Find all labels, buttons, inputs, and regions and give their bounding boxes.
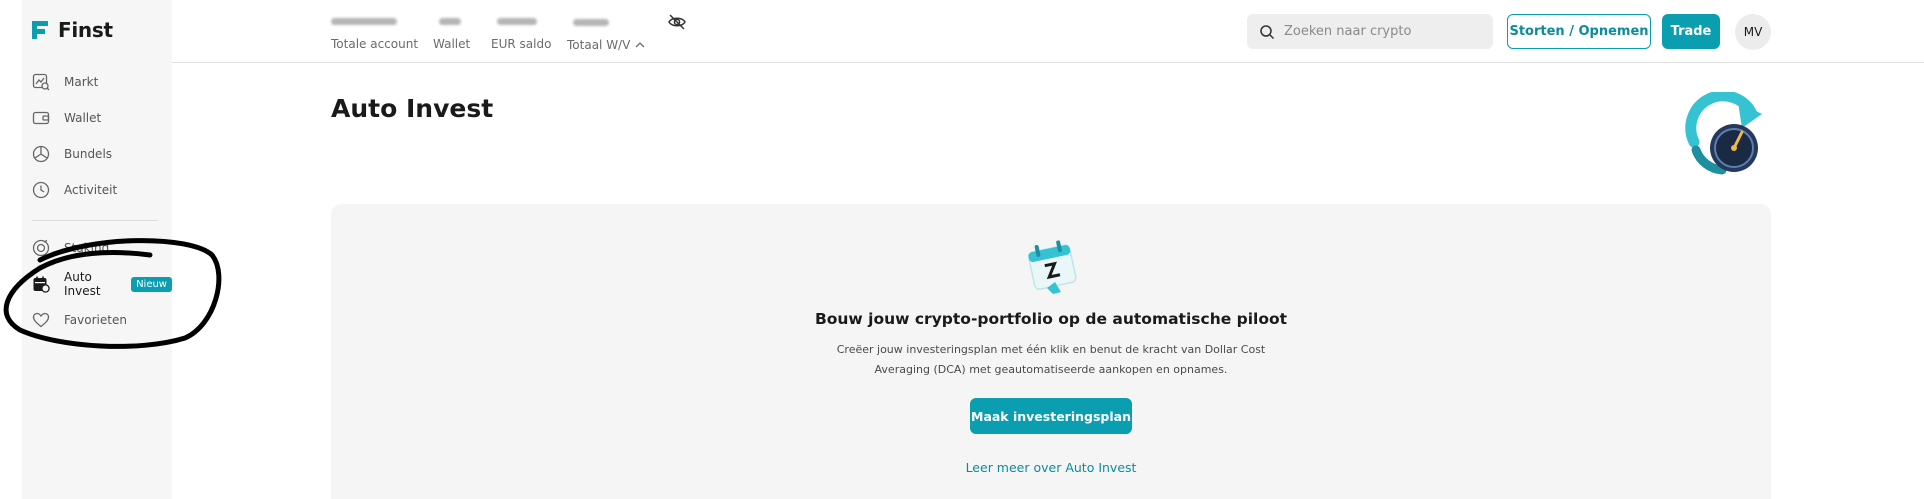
auto-invest-card: Bouw jouw crypto-portfolio op de automat…: [331, 204, 1771, 499]
search-bar[interactable]: [1247, 14, 1493, 49]
staking-icon: [32, 239, 50, 257]
stat-total-pl[interactable]: Totaal W/V: [567, 15, 646, 52]
top-bar: Totale account Wallet EUR saldo Totaal W…: [172, 0, 1924, 63]
calendar-illustration-icon: [1027, 240, 1077, 294]
sidebar-item-label: Wallet: [64, 111, 102, 125]
search-icon: [1260, 24, 1275, 39]
heart-icon: [32, 312, 50, 328]
learn-more-link[interactable]: Leer meer over Auto Invest: [331, 460, 1771, 475]
stat-total-account: Totale account: [331, 14, 418, 51]
sidebar-divider: [32, 220, 158, 221]
left-edge: [0, 0, 22, 499]
card-heading: Bouw jouw crypto-portfolio op de automat…: [814, 310, 1288, 328]
sidebar-item-label: Staking: [64, 241, 110, 255]
stat-label: Totale account: [331, 37, 419, 51]
sidebar: Finst Markt Wallet Bundels Activiteit St…: [22, 0, 172, 499]
chevron-up-icon: [635, 42, 645, 48]
avatar[interactable]: MV: [1735, 14, 1771, 50]
calendar-icon: [33, 276, 50, 293]
bundles-icon: [32, 145, 50, 163]
stat-label: Totaal W/V: [567, 38, 646, 52]
market-search-icon: [32, 73, 50, 91]
stat-wallet: Wallet: [433, 14, 470, 51]
hidden-value: [573, 19, 609, 26]
deposit-withdraw-button[interactable]: Storten / Opnemen: [1507, 14, 1651, 49]
finst-logo-icon: [32, 21, 48, 39]
logo[interactable]: Finst: [28, 18, 113, 42]
sidebar-item-label: Activiteit: [64, 183, 118, 197]
eye-hidden-icon[interactable]: [667, 12, 687, 32]
sidebar-item-label: Bundels: [64, 147, 113, 161]
sidebar-item-label: Markt: [64, 75, 99, 89]
sidebar-item-wallet[interactable]: Wallet: [32, 107, 101, 129]
card-description: Creëer jouw investeringsplan met één kli…: [836, 343, 1266, 376]
sidebar-item-staking[interactable]: Staking: [32, 237, 109, 259]
stat-label-text: Totaal W/V: [567, 38, 631, 52]
stat-label: EUR saldo: [491, 37, 552, 51]
wallet-icon: [32, 111, 50, 125]
sidebar-item-bundels[interactable]: Bundels: [32, 143, 112, 165]
trade-button[interactable]: Trade: [1662, 14, 1720, 49]
auto-invest-refresh-illustration: [1685, 92, 1762, 175]
hidden-value: [331, 18, 397, 25]
page: Finst Markt Wallet Bundels Activiteit St…: [0, 0, 1924, 499]
page-title: Auto Invest: [331, 94, 494, 123]
stat-label: Wallet: [433, 37, 471, 51]
hidden-value: [497, 18, 537, 25]
sidebar-item-favorieten[interactable]: Favorieten: [32, 309, 127, 331]
sidebar-item-label: Favorieten: [64, 313, 127, 327]
hidden-value: [439, 18, 461, 25]
sidebar-item-label: Auto Invest: [64, 270, 101, 298]
new-badge: Nieuw: [131, 276, 172, 292]
sidebar-item-markt[interactable]: Markt: [32, 71, 98, 93]
sidebar-item-auto-invest[interactable]: Auto Invest Nieuw: [32, 270, 172, 298]
app-name: Finst: [58, 18, 113, 42]
search-input[interactable]: [1284, 24, 1474, 39]
stat-eur-saldo: EUR saldo: [491, 14, 551, 51]
clock-icon: [32, 181, 50, 199]
sidebar-item-activiteit[interactable]: Activiteit: [32, 179, 117, 201]
create-plan-button[interactable]: Maak investeringsplan: [970, 398, 1132, 434]
